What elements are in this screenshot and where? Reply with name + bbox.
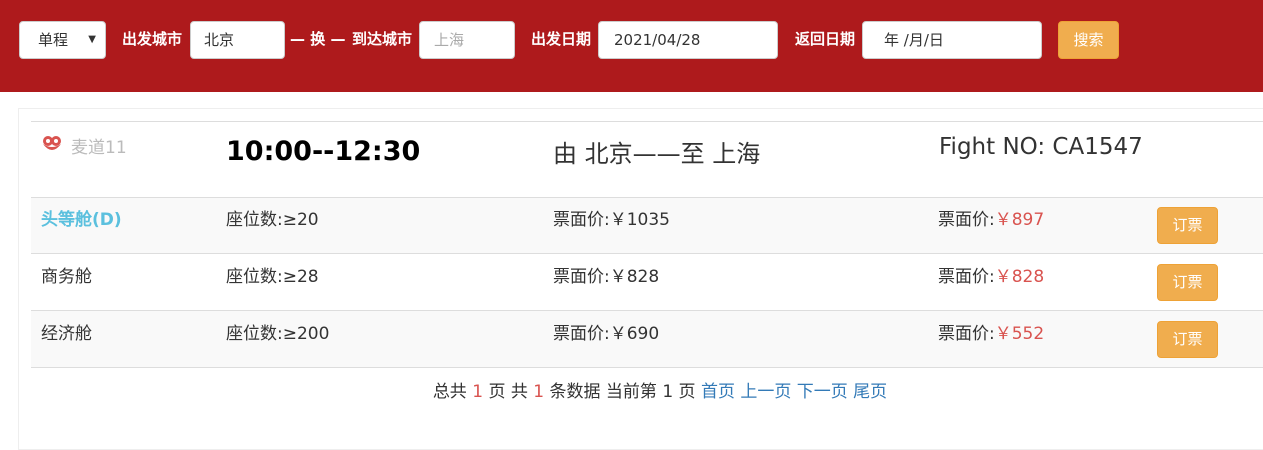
cabin-name: 头等舱(D)	[41, 210, 122, 230]
total-pages: 1	[472, 382, 484, 402]
caret-down-icon: ▼	[88, 34, 96, 45]
table-bottom-border	[31, 367, 1263, 368]
sale-price-label: 票面价:	[938, 210, 995, 230]
cabin-seats: 座位数:≥28	[226, 267, 319, 287]
cabin-face-price: 票面价:￥828	[553, 267, 660, 287]
book-button[interactable]: 订票	[1157, 264, 1218, 301]
sale-price-value: ￥552	[994, 324, 1045, 344]
flight-route: 由 北京——至 上海	[553, 140, 761, 168]
pager-text: 页	[673, 382, 701, 402]
trip-type-value: 单程	[38, 31, 69, 49]
cabin-row-economy: 经济舱 座位数:≥200 票面价:￥690 票面价:￥552 订票	[31, 310, 1263, 367]
airline-logo-icon	[43, 136, 61, 150]
return-date-label: 返回日期	[795, 30, 856, 48]
pager-text: 总共	[432, 382, 473, 402]
swap-button[interactable]: — 换 —	[290, 29, 345, 49]
last-page-link[interactable]: 尾页	[853, 382, 887, 402]
to-city-label: 到达城市	[352, 30, 413, 48]
flight-number: Fight NO: CA1547	[939, 134, 1143, 160]
to-city-input[interactable]: 上海	[419, 21, 515, 59]
first-page-link[interactable]: 首页	[701, 382, 735, 402]
cabin-row-business: 商务舱 座位数:≥28 票面价:￥828 票面价:￥828 订票	[31, 253, 1263, 310]
sale-price-label: 票面价:	[938, 267, 995, 287]
book-button[interactable]: 订票	[1157, 321, 1218, 358]
search-button[interactable]: 搜索	[1058, 21, 1119, 59]
trip-type-select[interactable]: 单程 ▼	[19, 21, 106, 59]
prev-page-link[interactable]: 上一页	[740, 382, 791, 402]
total-records: 1	[533, 382, 545, 402]
next-page-link[interactable]: 下一页	[797, 382, 848, 402]
cabin-face-price: 票面价:￥1035	[553, 210, 670, 230]
from-city-input[interactable]: 北京	[190, 21, 285, 59]
pager-text: 条数据 当前第	[544, 382, 663, 402]
depart-date-label: 出发日期	[531, 30, 592, 48]
cabin-sale-price: 票面价:￥828	[938, 266, 1044, 288]
pager-text: 页 共	[483, 382, 534, 402]
sale-price-value: ￥828	[994, 267, 1045, 287]
depart-date-input[interactable]: 2021/04/28	[598, 21, 778, 59]
cabin-face-price: 票面价:￥690	[553, 324, 660, 344]
cabin-row-first: 头等舱(D) 座位数:≥20 票面价:￥1035 票面价:￥897 订票	[31, 197, 1263, 254]
cabin-seats: 座位数:≥200	[226, 324, 330, 344]
flight-time: 10:00--12:30	[226, 136, 421, 167]
pagination: 总共 1 页 共 1 条数据 当前第 1 页 首页 上一页 下一页 尾页	[0, 377, 1263, 402]
airline: 麦道11	[41, 133, 127, 158]
cabin-sale-price: 票面价:￥897	[938, 209, 1044, 231]
return-date-input[interactable]: 年 /月/日	[862, 21, 1042, 59]
airline-name: 麦道11	[71, 137, 127, 158]
cabin-name: 商务舱	[41, 267, 92, 287]
cabin-seats: 座位数:≥20	[226, 210, 319, 230]
sale-price-value: ￥897	[994, 210, 1045, 230]
cabin-sale-price: 票面价:￥552	[938, 323, 1044, 345]
search-bar: 单程 ▼ 出发城市 北京 — 换 — 到达城市 上海 出发日期 2021/04/…	[0, 0, 1263, 92]
from-city-label: 出发城市	[122, 30, 183, 48]
cabin-name: 经济舱	[41, 324, 92, 344]
book-button[interactable]: 订票	[1157, 207, 1218, 244]
current-page: 1	[662, 382, 674, 402]
sale-price-label: 票面价:	[938, 324, 995, 344]
